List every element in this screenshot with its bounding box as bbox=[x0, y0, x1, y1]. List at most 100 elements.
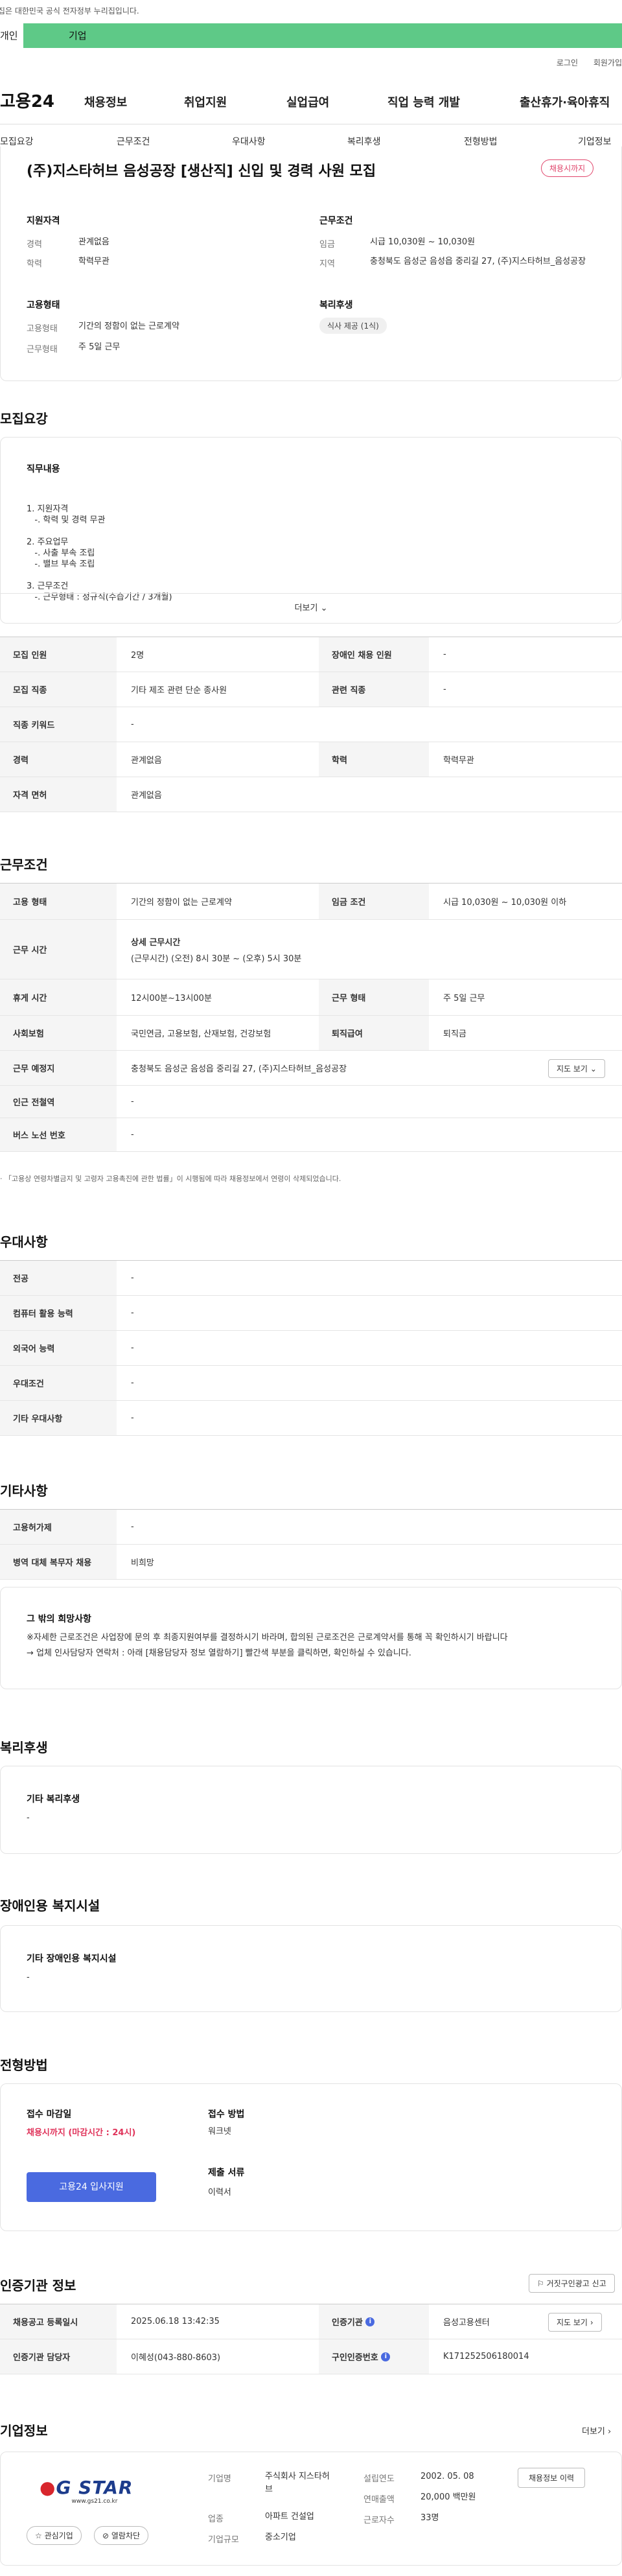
table-row: 컴퓨터 활용 능력 - bbox=[0, 1296, 622, 1331]
report-button[interactable]: ⚐ 거짓구인광고 신고 bbox=[529, 2274, 615, 2293]
table-header-cell: 근무 예정지 bbox=[0, 1051, 117, 1085]
table-header-cell: 채용공고 등록일시 bbox=[0, 2304, 117, 2339]
nav-jobs[interactable]: 채용정보 bbox=[84, 93, 127, 110]
tab-selection[interactable]: 전형방법 bbox=[464, 135, 498, 148]
emp-label: 고용형태 bbox=[27, 324, 58, 334]
table-row: 전공 - bbox=[0, 1261, 622, 1296]
table-row: 인증기관 담당자 이혜성(043-880-8603) 구인인증번호 i K171… bbox=[0, 2339, 622, 2374]
table-header-cell: 직종 키워드 bbox=[0, 707, 117, 742]
table-header-cell: 장애인 채용 인원 bbox=[319, 637, 429, 672]
cond-label: 임금 bbox=[319, 240, 335, 250]
qual-value: 관계없음 bbox=[78, 237, 109, 247]
etc-section-title: 기타사항 bbox=[0, 1483, 48, 1499]
benefit-card: 기타 복리후생 - bbox=[0, 1766, 622, 1854]
table-row: 모집 인원 2명 장애인 채용 인원 - bbox=[0, 637, 622, 672]
apply-button[interactable]: 고용24 입사지원 bbox=[27, 2172, 156, 2202]
table-cell: 음성고용센터 bbox=[443, 2318, 490, 2328]
duty-heading: 직무내용 bbox=[27, 464, 60, 474]
cond-value: 시급 10,030원 ~ 10,030원 bbox=[370, 237, 476, 247]
company-label: 연매출액 bbox=[363, 2495, 395, 2505]
duty-more-button[interactable]: 더보기 ⌄ bbox=[1, 593, 621, 623]
facility-section-title: 장애인용 복지시설 bbox=[0, 1898, 100, 1914]
nav-employment-support[interactable]: 취업지원 bbox=[184, 93, 227, 110]
tab-recruit[interactable]: 모집요강 bbox=[0, 135, 34, 148]
deadline-value: 채용시까지 (마감시간 : 24시) bbox=[27, 2128, 136, 2138]
table-cell: - bbox=[131, 1097, 134, 1107]
chevron-down-icon: ⌄ bbox=[590, 1064, 597, 1073]
map-button[interactable]: 지도 보기 ⌄ bbox=[548, 1059, 605, 1078]
audience-tabs: 개인 기업 bbox=[0, 23, 622, 48]
chevron-right-icon: › bbox=[590, 2318, 593, 2327]
flag-icon: ⚐ bbox=[537, 2279, 544, 2288]
pref-section-title: 우대사항 bbox=[0, 1234, 48, 1250]
join-link[interactable]: 회원가입 bbox=[593, 58, 622, 67]
qual-label: 학력 bbox=[27, 259, 42, 269]
table-cell: - bbox=[131, 1343, 134, 1353]
job-summary-card: (주)지스타허브 음성공장 [생산직] 신입 및 경력 사원 모집 채용시까지 … bbox=[0, 146, 622, 381]
tab-person[interactable]: 개인 bbox=[0, 23, 23, 48]
table-row: 휴게 시간 12시00분~13시00분 근무 형태 주 5일 근무 bbox=[0, 979, 622, 1016]
company-label: 설립연도 bbox=[363, 2474, 395, 2484]
agency-map-button[interactable]: 지도 보기 › bbox=[548, 2313, 602, 2332]
company-more-link[interactable]: 더보기 › bbox=[582, 2424, 611, 2437]
table-cell: - bbox=[443, 685, 446, 694]
info-icon[interactable]: i bbox=[365, 2317, 375, 2326]
info-icon[interactable]: i bbox=[381, 2352, 391, 2361]
tab-pref[interactable]: 우대사항 bbox=[232, 135, 266, 148]
company-label: 근로자수 bbox=[363, 2516, 395, 2525]
company-value: 2002. 05. 08 bbox=[420, 2472, 474, 2481]
history-button[interactable]: 채용정보 이력 bbox=[518, 2468, 586, 2488]
wish-line: → 업체 인사담당자 연락처 : 아래 [채용담당자 정보 열람하기] 빨간색 … bbox=[27, 1648, 411, 1658]
nav-training[interactable]: 직업 능력 개발 bbox=[387, 93, 460, 110]
table-header-cell: 퇴직급여 bbox=[319, 1016, 429, 1050]
method-heading: 접수 방법 bbox=[208, 2109, 245, 2120]
nav-leave[interactable]: 출산휴가·육아휴직 bbox=[520, 93, 610, 110]
table-cell: K171252506180014 bbox=[443, 2352, 529, 2361]
agency-section-title: 인증기관 정보 bbox=[0, 2278, 76, 2293]
table-cell: - bbox=[131, 1413, 134, 1423]
table-header-cell: 외국어 능력 bbox=[0, 1331, 117, 1365]
table-cell: - bbox=[131, 1378, 134, 1388]
block-button[interactable]: ⊘ 열람차단 bbox=[94, 2526, 149, 2545]
table-row: 인근 전철역 - bbox=[0, 1086, 622, 1118]
util-menu: 로그인 회원가입 bbox=[544, 57, 622, 68]
recruit-section-title: 모집요강 bbox=[0, 411, 48, 427]
cond-label: 지역 bbox=[319, 259, 335, 269]
table-header-cell: 인근 전철역 bbox=[0, 1086, 117, 1118]
login-link[interactable]: 로그인 bbox=[557, 58, 578, 67]
star-icon: ☆ bbox=[35, 2531, 42, 2540]
selection-section-title: 전형방법 bbox=[0, 2057, 48, 2073]
benefit-value: - bbox=[27, 1813, 30, 1823]
table-cell: 충청북도 음성군 음성읍 중리길 27, (주)지스타허브_음성공장 bbox=[131, 1064, 347, 1074]
block-icon: ⊘ bbox=[102, 2531, 109, 2540]
work-table: 고용 형태 기간의 정함이 없는 근로계약 임금 조건 시급 10,030원 ~… bbox=[0, 883, 622, 1152]
nav-unemployment[interactable]: 실업급여 bbox=[286, 93, 329, 110]
tab-benefit[interactable]: 복리후생 bbox=[347, 135, 381, 148]
table-row: 기타 우대사항 - bbox=[0, 1401, 622, 1436]
table-row: 고용 형태 기간의 정함이 없는 근로계약 임금 조건 시급 10,030원 ~… bbox=[0, 884, 622, 920]
emp-value: 기간의 정함이 없는 근로계약 bbox=[78, 322, 179, 331]
qual-label: 경력 bbox=[27, 240, 42, 250]
table-cell: 2명 bbox=[131, 651, 144, 661]
table-cell: - bbox=[131, 1522, 134, 1532]
table-cell: 기타 제조 관련 단순 종사원 bbox=[131, 686, 227, 696]
fav-button[interactable]: ☆ 관심기업 bbox=[27, 2526, 82, 2545]
tab-work[interactable]: 근무조건 bbox=[117, 135, 150, 148]
table-header-cell: 임금 조건 bbox=[319, 884, 429, 919]
cond-value: 충청북도 음성군 음성읍 중리길 27, (주)지스타허브_음성공장 bbox=[370, 257, 586, 266]
company-value: 아파트 건설업 bbox=[265, 2512, 314, 2522]
site-logo[interactable]: 고용24 bbox=[0, 88, 54, 112]
facility-value: - bbox=[27, 1973, 30, 1982]
tab-company[interactable]: 기업정보 bbox=[578, 135, 612, 148]
table-header-cell: 컴퓨터 활용 능력 bbox=[0, 1296, 117, 1330]
wish-line: ※자세한 근로조건은 사업장에 문의 후 최종지원여부를 결정하시기 바라며, … bbox=[27, 1633, 508, 1643]
tab-corp[interactable]: 기업 bbox=[69, 23, 87, 48]
table-row: 경력 관계없음 학력 학력무관 bbox=[0, 742, 622, 777]
work-hours-title: 상세 근무시간 bbox=[131, 937, 181, 948]
table-row: 모집 직종 기타 제조 관련 단순 종사원 관련 직종 - bbox=[0, 672, 622, 707]
benefit-section-title: 복리후생 bbox=[0, 1740, 48, 1755]
welfare-heading: 복리후생 bbox=[319, 300, 353, 310]
table-cell: - bbox=[131, 720, 134, 729]
table-cell: - bbox=[131, 1273, 134, 1283]
work-hours-value: (근무시간) (오전) 8시 30분 ~ (오후) 5시 30분 bbox=[131, 954, 302, 964]
